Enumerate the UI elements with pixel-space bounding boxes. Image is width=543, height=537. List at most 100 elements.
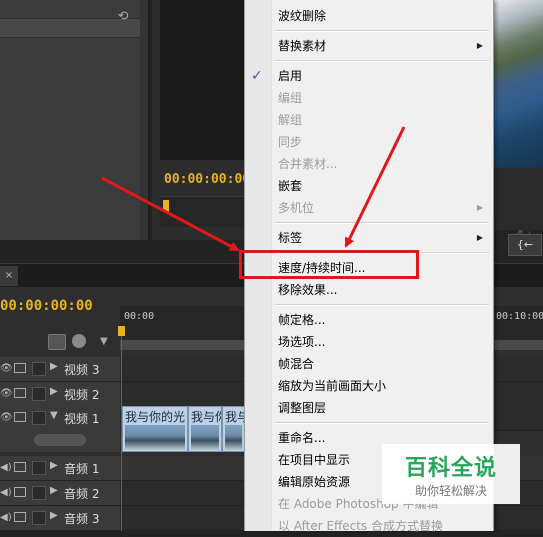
menu-item-remove-effects[interactable]: 移除效果... — [245, 279, 493, 301]
menu-item-nest[interactable]: 嵌套 — [245, 175, 493, 197]
film-icon[interactable] — [14, 388, 26, 398]
clip[interactable]: 我与 — [222, 406, 245, 452]
clip-thumbnail — [225, 425, 242, 451]
clip-title: 我与你 — [191, 410, 221, 424]
checkmark-icon: ✓ — [251, 68, 263, 84]
clip-thumbnail — [125, 425, 185, 451]
menu-item-label-submenu[interactable]: 标签 ▶ — [245, 227, 493, 249]
snap-icon[interactable] — [48, 334, 66, 350]
project-panel — [0, 0, 149, 240]
eye-icon[interactable]: 👁 — [0, 388, 13, 399]
project-scrollbar[interactable] — [140, 0, 148, 240]
preview-image — [492, 0, 543, 168]
lock-icon[interactable] — [32, 511, 46, 525]
expand-arrow-icon[interactable]: ▶ — [50, 460, 58, 471]
menu-item-label: 场选项... — [278, 335, 326, 349]
menu-item-label: 调整图层 — [278, 401, 327, 415]
sequence-timecode[interactable]: 00:00:00:00 — [0, 298, 93, 314]
program-timecode[interactable]: 00:00:00:00 — [164, 172, 250, 187]
clip[interactable]: 我与你的光 — [122, 406, 188, 452]
add-marker-icon[interactable] — [72, 334, 86, 348]
speaker-icon[interactable]: ◀) — [0, 462, 12, 473]
menu-item-multi-camera: 多机位 ▶ — [245, 197, 493, 219]
ruler-label-end: 00:10:00 — [496, 311, 543, 322]
track-name: 视频 1 — [64, 412, 100, 426]
opacity-slider[interactable] — [34, 434, 86, 446]
refresh-icon[interactable]: ⟲ — [116, 10, 130, 24]
menu-item-field-options[interactable]: 场选项... — [245, 331, 493, 353]
eye-icon[interactable]: 👁 — [0, 412, 13, 423]
speaker-icon[interactable]: ◀) — [0, 512, 12, 523]
close-tab-icon[interactable]: × — [0, 266, 18, 286]
preview-ruler — [492, 168, 543, 230]
speaker-icon[interactable]: ◀) — [0, 487, 12, 498]
expand-arrow-icon[interactable]: ▶ — [50, 485, 58, 496]
menu-item-label: 启用 — [278, 69, 303, 83]
track-name: 音频 3 — [64, 512, 100, 526]
menu-item-frame-blend[interactable]: 帧混合 — [245, 353, 493, 375]
lock-icon[interactable] — [32, 411, 46, 425]
menu-item-label: 替换素材 — [278, 39, 327, 53]
playhead-icon[interactable] — [118, 326, 125, 336]
menu-item-replace-with-after-effects: 以 After Effects 合成方式替换 — [245, 515, 493, 537]
film-icon[interactable] — [14, 512, 26, 522]
go-to-in-point-button[interactable]: {← — [508, 234, 542, 256]
menu-item-label: 重命名... — [278, 431, 326, 445]
menu-item-label: 标签 — [278, 231, 303, 245]
menu-item-label: 嵌套 — [278, 179, 303, 193]
menu-item-label: 编辑原始资源 — [278, 475, 351, 489]
menu-item-label: 帧混合 — [278, 357, 315, 371]
marker-pin-icon[interactable]: ▼ — [100, 336, 108, 347]
program-video-area — [160, 0, 244, 160]
menu-item-label: 解组 — [278, 113, 303, 127]
playhead-line — [121, 336, 122, 531]
lock-icon[interactable] — [32, 387, 46, 401]
clip[interactable]: 我与你 — [188, 406, 222, 452]
track-name: 视频 2 — [64, 388, 100, 402]
expand-arrow-icon[interactable]: ▶ — [50, 386, 58, 397]
program-playhead-icon[interactable] — [163, 200, 169, 212]
film-icon[interactable] — [14, 363, 26, 373]
menu-item-label: 帧定格... — [278, 313, 326, 327]
clip-title: 我与 — [225, 410, 244, 424]
program-ruler[interactable] — [160, 196, 244, 227]
watermark-subtitle: 助你轻松解决 — [414, 484, 487, 498]
clip-area: 我与你的光 我与你 我与 — [120, 406, 245, 452]
track-name: 视频 3 — [64, 363, 100, 377]
menu-item-label: 多机位 — [278, 201, 315, 215]
menu-item-merge-clips: 合并素材... — [245, 153, 493, 175]
lock-icon[interactable] — [32, 362, 46, 376]
menu-item-ripple-delete[interactable]: 波纹删除 — [245, 5, 493, 27]
film-icon[interactable] — [14, 412, 26, 422]
annotation-highlight-box — [239, 250, 419, 279]
submenu-arrow-icon: ▶ — [476, 203, 483, 212]
menu-item-label: 移除效果... — [278, 283, 338, 297]
menu-item-label: 波纹删除 — [278, 9, 327, 23]
watermark-logo: 百科全说 助你轻松解决 — [382, 444, 520, 504]
menu-item-group: 编组 — [245, 87, 493, 109]
submenu-arrow-icon: ▶ — [476, 41, 483, 50]
ruler-label-start: 00:00 — [124, 311, 155, 322]
watermark-title: 百科全说 — [404, 456, 497, 481]
track-name: 音频 2 — [64, 487, 100, 501]
track-name: 音频 1 — [64, 462, 100, 476]
clip-thumbnail — [191, 425, 219, 451]
collapse-arrow-icon[interactable]: ▼ — [50, 410, 58, 421]
menu-item-label: 编组 — [278, 91, 303, 105]
menu-separator — [275, 30, 489, 32]
expand-arrow-icon[interactable]: ▶ — [50, 361, 58, 372]
menu-item-scale-to-frame-size[interactable]: 缩放为当前画面大小 — [245, 375, 493, 397]
menu-item-frame-hold[interactable]: 帧定格... — [245, 309, 493, 331]
lock-icon[interactable] — [32, 461, 46, 475]
menu-item-enable[interactable]: ✓ 启用 — [245, 65, 493, 87]
menu-item-label: 以 After Effects 合成方式替换 — [278, 519, 444, 533]
film-icon[interactable] — [14, 462, 26, 472]
menu-item-adjustment-layer[interactable]: 调整图层 — [245, 397, 493, 419]
clip-title: 我与你的光 — [125, 410, 186, 424]
expand-arrow-icon[interactable]: ▶ — [50, 510, 58, 521]
eye-icon[interactable]: 👁 — [0, 363, 13, 374]
menu-separator — [275, 222, 489, 224]
menu-item-replace-footage[interactable]: 替换素材 ▶ — [245, 35, 493, 57]
film-icon[interactable] — [14, 487, 26, 497]
lock-icon[interactable] — [32, 486, 46, 500]
